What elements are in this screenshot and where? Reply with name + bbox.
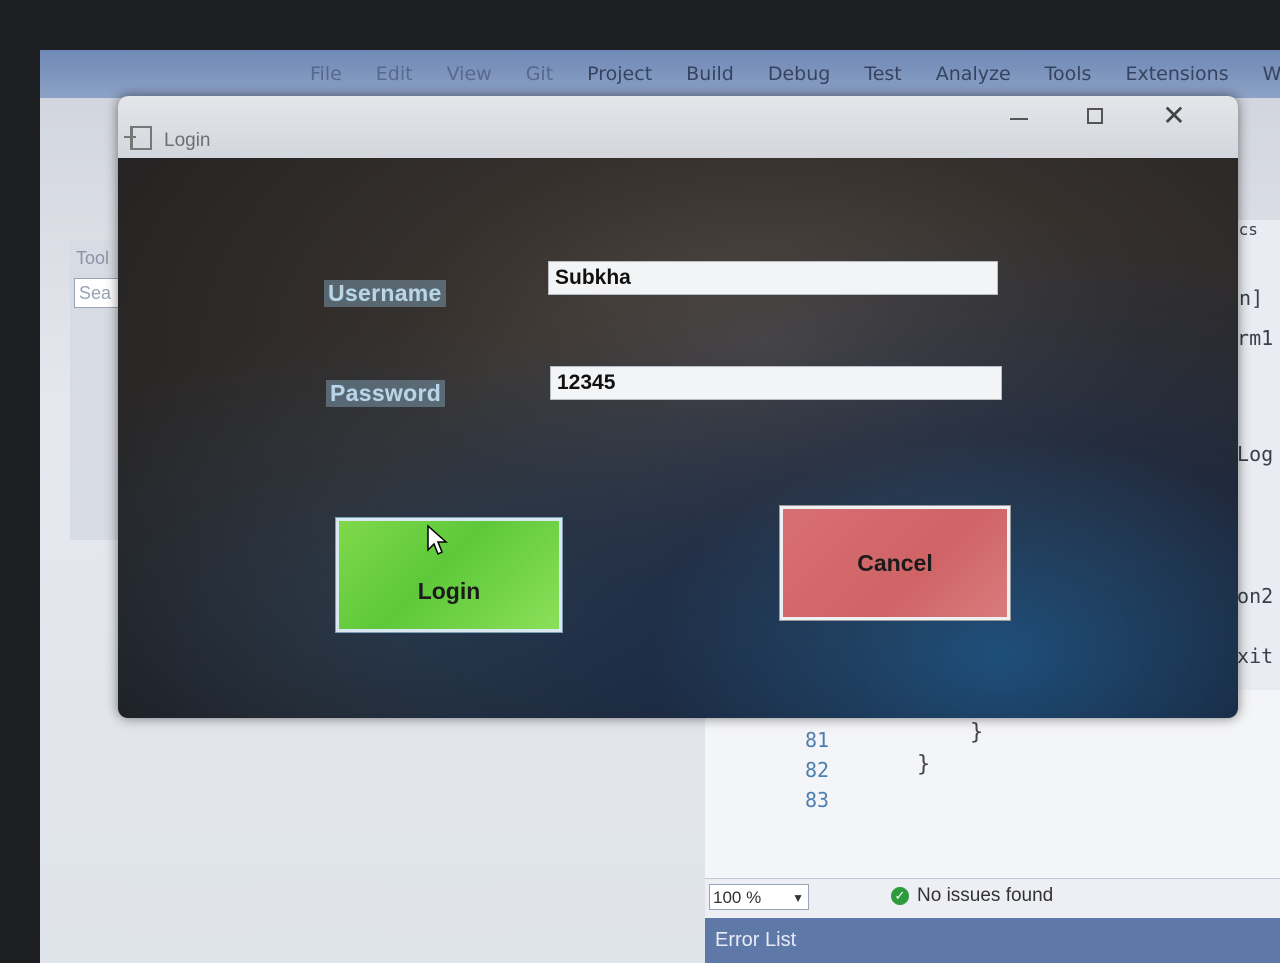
maximize-button[interactable] — [1074, 100, 1118, 132]
login-button-label: Login — [417, 577, 481, 604]
password-label: Password — [326, 380, 446, 407]
line-number: 81 — [805, 728, 830, 752]
login-window: Login ✕ Username Subkha Password 12345 L… — [118, 96, 1238, 718]
login-titlebar[interactable]: Login ✕ — [118, 96, 1238, 158]
username-label: Username — [324, 280, 446, 307]
issues-text: No issues found — [917, 885, 1054, 906]
code-brace: } — [917, 752, 931, 777]
menu-build[interactable]: Build — [686, 63, 734, 85]
mouse-pointer-icon — [427, 524, 448, 556]
login-button[interactable]: Login — [336, 518, 562, 632]
username-input[interactable]: Subkha — [548, 261, 998, 295]
menu-extensions[interactable]: Extensions — [1125, 63, 1228, 85]
code-brace: } — [970, 720, 984, 745]
ide-menubar: File Edit View Git Project Build Debug T… — [40, 50, 1280, 98]
password-input[interactable]: 12345 — [550, 366, 1002, 400]
chevron-down-icon: ▼ — [792, 891, 804, 905]
code-editor[interactable]: 81 82 83 } } — [705, 690, 1280, 880]
close-button[interactable]: ✕ — [1152, 100, 1196, 132]
zoom-select[interactable]: 100 % ▼ — [709, 884, 809, 910]
menu-analyze[interactable]: Analyze — [936, 63, 1011, 85]
line-number: 82 — [805, 758, 830, 782]
issues-indicator[interactable]: ✓ No issues found — [891, 885, 1053, 907]
cancel-button[interactable]: Cancel — [780, 506, 1010, 620]
editor-statusbar: 100 % ▼ ✓ No issues found — [705, 878, 1280, 919]
menu-tools[interactable]: Tools — [1045, 63, 1092, 85]
menu-view[interactable]: View — [447, 63, 492, 85]
menu-git[interactable]: Git — [526, 63, 553, 85]
minimize-button[interactable] — [998, 100, 1042, 132]
line-number: 83 — [805, 788, 830, 812]
login-window-icon — [124, 126, 152, 150]
window-title: Login — [164, 130, 211, 151]
error-list-tab[interactable]: Error List — [705, 918, 1280, 963]
menu-file[interactable]: File — [310, 63, 342, 85]
menu-window[interactable]: Window — [1263, 63, 1280, 85]
cancel-button-label: Cancel — [857, 549, 933, 576]
menu-edit[interactable]: Edit — [376, 63, 413, 85]
menu-debug[interactable]: Debug — [768, 63, 830, 85]
check-icon: ✓ — [891, 887, 909, 905]
menu-project[interactable]: Project — [587, 63, 652, 85]
zoom-value: 100 % — [713, 888, 762, 907]
toolbox-title: Tool — [76, 248, 110, 268]
menu-test[interactable]: Test — [864, 63, 901, 85]
